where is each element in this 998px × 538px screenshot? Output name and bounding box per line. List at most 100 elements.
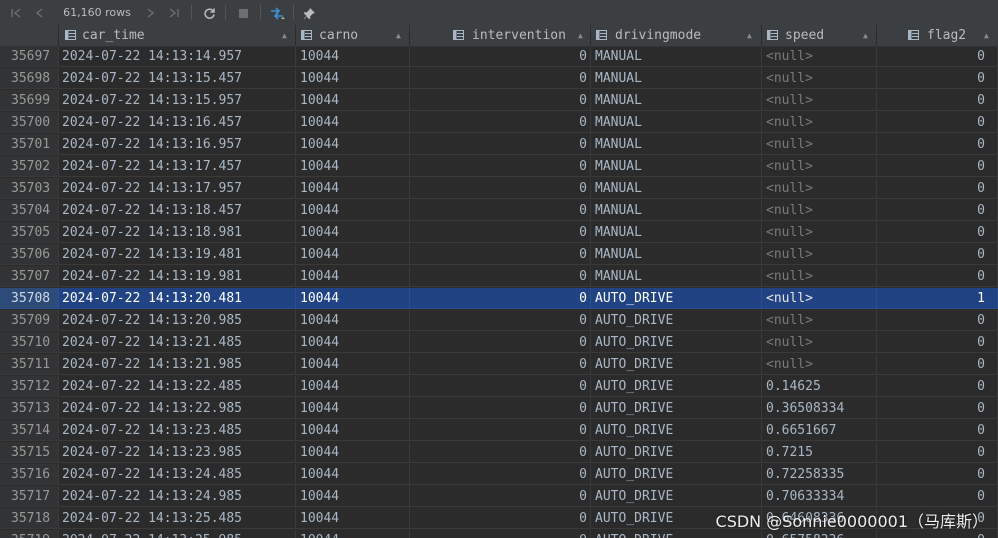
cell-flag2[interactable]: 0: [877, 310, 998, 331]
cell-carno[interactable]: 10044: [296, 530, 410, 538]
cell-speed[interactable]: <null>: [762, 46, 877, 67]
table-row[interactable]: 35709 2024-07-22 14:13:20.985 10044 0 AUTO_D…: [0, 310, 998, 332]
table-row[interactable]: 35703 2024-07-22 14:13:17.957 10044 0 MANUAL…: [0, 178, 998, 200]
pin-icon[interactable]: [299, 0, 319, 25]
table-row[interactable]: 35714 2024-07-22 14:13:23.485 10044 0 AUTO_D…: [0, 420, 998, 442]
cell-drivingmode[interactable]: MANUAL: [591, 200, 762, 221]
cell-carno[interactable]: 10044: [296, 332, 410, 353]
rows-count-dropdown[interactable]: 61,160 rows: [58, 0, 136, 40]
table-row[interactable]: 35712 2024-07-22 14:13:22.485 10044 0 AUTO_D…: [0, 376, 998, 398]
cell-flag2[interactable]: 0: [877, 200, 998, 221]
cell-speed[interactable]: <null>: [762, 156, 877, 177]
cell-flag2[interactable]: 0: [877, 486, 998, 507]
cell-car-time[interactable]: 2024-07-22 14:13:22.485: [59, 376, 296, 397]
column-header-speed[interactable]: speed ▲: [762, 25, 877, 46]
cell-car-time[interactable]: 2024-07-22 14:13:20.985: [59, 310, 296, 331]
cell-flag2[interactable]: 0: [877, 112, 998, 133]
row-number[interactable]: 35710: [0, 332, 59, 353]
cell-drivingmode[interactable]: AUTO_DRIVE: [591, 288, 762, 309]
table-row[interactable]: 35698 2024-07-22 14:13:15.457 10044 0 MANUAL…: [0, 68, 998, 90]
row-number[interactable]: 35719: [0, 530, 59, 538]
cell-flag2[interactable]: 0: [877, 178, 998, 199]
refresh-icon[interactable]: [198, 0, 220, 25]
cell-carno[interactable]: 10044: [296, 354, 410, 375]
cell-carno[interactable]: 10044: [296, 266, 410, 287]
table-row[interactable]: 35710 2024-07-22 14:13:21.485 10044 0 AUTO_D…: [0, 332, 998, 354]
cell-carno[interactable]: 10044: [296, 222, 410, 243]
cell-intervention[interactable]: 0: [410, 442, 591, 463]
cell-drivingmode[interactable]: AUTO_DRIVE: [591, 310, 762, 331]
cell-carno[interactable]: 10044: [296, 464, 410, 485]
cell-intervention[interactable]: 0: [410, 486, 591, 507]
cell-drivingmode[interactable]: MANUAL: [591, 134, 762, 155]
row-number[interactable]: 35713: [0, 398, 59, 419]
sort-icon[interactable]: ▲: [747, 25, 752, 46]
cell-car-time[interactable]: 2024-07-22 14:13:24.985: [59, 486, 296, 507]
cell-speed[interactable]: 0.6651667: [762, 420, 877, 441]
cell-speed[interactable]: 0.7215: [762, 442, 877, 463]
cell-speed[interactable]: <null>: [762, 200, 877, 221]
cell-intervention[interactable]: 0: [410, 332, 591, 353]
cell-car-time[interactable]: 2024-07-22 14:13:23.985: [59, 442, 296, 463]
cell-car-time[interactable]: 2024-07-22 14:13:19.481: [59, 244, 296, 265]
table-row[interactable]: 35711 2024-07-22 14:13:21.985 10044 0 AUTO_D…: [0, 354, 998, 376]
cell-car-time[interactable]: 2024-07-22 14:13:18.457: [59, 200, 296, 221]
cell-speed[interactable]: 0.72258335: [762, 464, 877, 485]
next-page-icon[interactable]: [140, 0, 160, 25]
cell-flag2[interactable]: 0: [877, 90, 998, 111]
table-row[interactable]: 35701 2024-07-22 14:13:16.957 10044 0 MANUAL…: [0, 134, 998, 156]
sort-icon[interactable]: ▲: [863, 25, 868, 46]
table-row[interactable]: 35707 2024-07-22 14:13:19.981 10044 0 MANUAL…: [0, 266, 998, 288]
cell-carno[interactable]: 10044: [296, 178, 410, 199]
cell-drivingmode[interactable]: MANUAL: [591, 156, 762, 177]
cell-flag2[interactable]: 0: [877, 222, 998, 243]
row-number[interactable]: 35706: [0, 244, 59, 265]
row-number[interactable]: 35714: [0, 420, 59, 441]
cell-flag2[interactable]: 1: [877, 288, 998, 309]
cell-speed[interactable]: 0.14625: [762, 376, 877, 397]
cell-intervention[interactable]: 0: [410, 420, 591, 441]
cell-intervention[interactable]: 0: [410, 310, 591, 331]
row-number[interactable]: 35717: [0, 486, 59, 507]
cell-drivingmode[interactable]: AUTO_DRIVE: [591, 376, 762, 397]
column-header-flag2[interactable]: flag2 ▲: [877, 25, 998, 46]
cell-carno[interactable]: 10044: [296, 90, 410, 111]
cell-drivingmode[interactable]: MANUAL: [591, 112, 762, 133]
cell-flag2[interactable]: 0: [877, 46, 998, 67]
cell-drivingmode[interactable]: MANUAL: [591, 222, 762, 243]
cell-drivingmode[interactable]: AUTO_DRIVE: [591, 332, 762, 353]
cell-car-time[interactable]: 2024-07-22 14:13:21.485: [59, 332, 296, 353]
cell-intervention[interactable]: 0: [410, 222, 591, 243]
cell-carno[interactable]: 10044: [296, 420, 410, 441]
cell-carno[interactable]: 10044: [296, 288, 410, 309]
cell-carno[interactable]: 10044: [296, 442, 410, 463]
row-number[interactable]: 35718: [0, 508, 59, 529]
cell-drivingmode[interactable]: AUTO_DRIVE: [591, 464, 762, 485]
cell-car-time[interactable]: 2024-07-22 14:13:19.981: [59, 266, 296, 287]
table-row[interactable]: 35704 2024-07-22 14:13:18.457 10044 0 MANUAL…: [0, 200, 998, 222]
column-header-car-time[interactable]: car_time ▲: [59, 25, 296, 46]
cell-carno[interactable]: 10044: [296, 134, 410, 155]
cell-drivingmode[interactable]: AUTO_DRIVE: [591, 398, 762, 419]
cell-flag2[interactable]: 0: [877, 420, 998, 441]
last-page-icon[interactable]: [164, 0, 184, 25]
cell-car-time[interactable]: 2024-07-22 14:13:15.457: [59, 68, 296, 89]
cell-drivingmode[interactable]: MANUAL: [591, 68, 762, 89]
cell-car-time[interactable]: 2024-07-22 14:13:14.957: [59, 46, 296, 67]
cell-flag2[interactable]: 0: [877, 354, 998, 375]
cell-car-time[interactable]: 2024-07-22 14:13:18.981: [59, 222, 296, 243]
cell-intervention[interactable]: 0: [410, 266, 591, 287]
table-row[interactable]: 35706 2024-07-22 14:13:19.481 10044 0 MANUAL…: [0, 244, 998, 266]
cell-car-time[interactable]: 2024-07-22 14:13:16.457: [59, 112, 296, 133]
cell-intervention[interactable]: 0: [410, 398, 591, 419]
column-header-intervention[interactable]: intervention ▲: [410, 25, 591, 46]
cell-speed[interactable]: <null>: [762, 68, 877, 89]
row-number[interactable]: 35702: [0, 156, 59, 177]
cell-car-time[interactable]: 2024-07-22 14:13:24.485: [59, 464, 296, 485]
table-row[interactable]: 35699 2024-07-22 14:13:15.957 10044 0 MANUAL…: [0, 90, 998, 112]
row-number[interactable]: 35699: [0, 90, 59, 111]
row-number[interactable]: 35698: [0, 68, 59, 89]
row-number[interactable]: 35700: [0, 112, 59, 133]
column-header-drivingmode[interactable]: drivingmode ▲: [591, 25, 762, 46]
cell-drivingmode[interactable]: AUTO_DRIVE: [591, 354, 762, 375]
